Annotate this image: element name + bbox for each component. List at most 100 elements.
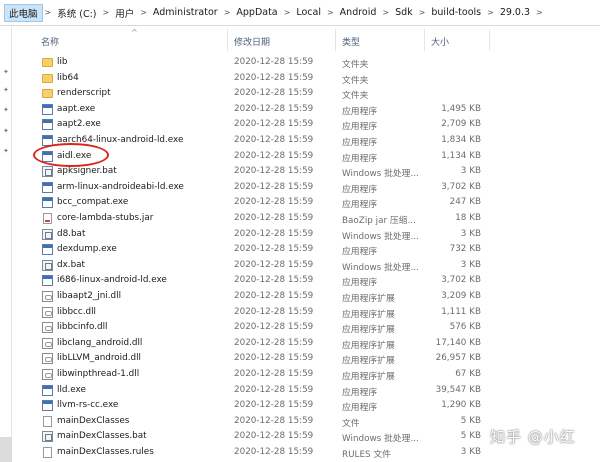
chevron-right-icon[interactable]: > [417,8,428,17]
file-date: 2020-12-28 15:59 [234,135,314,145]
file-row[interactable]: arm-linux-androideabi-ld.exe 2020-12-28 1… [13,180,600,196]
breadcrumb-item[interactable]: 此电脑 [4,3,43,22]
file-name: libwinpthread-1.dll [57,369,140,379]
breadcrumb-item[interactable]: 系统 (C:) [53,6,100,20]
column-name[interactable]: 名称 [41,35,59,48]
file-row[interactable]: renderscript 2020-12-28 15:59 文件夹 [13,86,600,102]
file-row[interactable]: dx.bat 2020-12-28 15:59 Windows 批处理... 3 KB [13,258,600,274]
file-size: 3 KB [460,166,481,177]
file-row[interactable]: aapt.exe 2020-12-28 15:59 应用程序 1,495 KB [13,102,600,118]
file-size: 1,134 KB [441,150,481,161]
chevron-right-icon[interactable]: > [534,8,545,17]
file-name: libLLVM_android.dll [57,353,141,364]
file-row[interactable]: aarch64-linux-android-ld.exe 2020-12-28 1… [13,133,600,149]
file-row[interactable]: libwinpthread-1.dll 2020-12-28 15:59 应用程序扩… [13,367,600,383]
vertical-scrollbar[interactable] [590,55,600,462]
dll-icon [42,353,53,365]
breadcrumb-item[interactable]: Sdk [391,7,417,18]
bat-icon [42,431,53,443]
chevron-right-icon[interactable]: > [282,8,293,17]
breadcrumb-item[interactable]: build-tools [427,7,485,18]
navigation-pane: ✦ ✦ ✦ ✦ ✦ [0,27,12,462]
file-name: libclang_android.dll [57,337,143,348]
file-size: 2,709 KB [441,119,481,130]
file-row[interactable]: aapt2.exe 2020-12-28 15:59 应用程序 2,709 KB [13,117,600,133]
file-size: 1,495 KB [441,103,481,114]
dll-icon [42,337,53,349]
chevron-right-icon[interactable]: > [485,8,496,17]
file-type: 应用程序 [342,122,378,133]
column-divider[interactable] [424,29,425,51]
file-row[interactable]: libLLVM_android.dll 2020-12-28 15:59 应用程序扩… [13,351,600,367]
chevron-right-icon[interactable]: > [138,8,149,17]
column-date[interactable]: 修改日期 [234,35,270,48]
file-name: libaapt2_jni.dll [57,291,122,301]
column-divider[interactable] [335,29,336,51]
pin-icon[interactable]: ✦ [3,87,9,94]
file-size: 3,702 KB [441,275,481,286]
breadcrumb-item[interactable]: 用户 [111,6,138,20]
file-row[interactable]: libclang_android.dll 2020-12-28 15:59 应用程序… [13,336,600,352]
chevron-right-icon[interactable]: > [222,8,233,17]
pin-icon[interactable]: ✦ [3,148,9,155]
file-type: 应用程序 [342,403,378,414]
file-date: 2020-12-28 15:59 [234,275,314,286]
file-size: 1,834 KB [441,135,481,145]
file-size: 1,111 KB [441,306,481,317]
file-date: 2020-12-28 15:59 [234,72,314,83]
file-row[interactable]: bcc_compat.exe 2020-12-28 15:59 应用程序 247 KB [13,195,600,211]
file-row[interactable]: lib 2020-12-28 15:59 文件夹 [13,55,600,71]
breadcrumb-item[interactable]: Android [336,7,381,18]
file-row[interactable]: mainDexClasses.rules 2020-12-28 15:59 RULE… [13,445,600,461]
file-size: 5 KB [460,415,481,426]
breadcrumb-item[interactable]: Administrator [149,7,222,18]
watermark: 知乎 @小红 [490,428,576,446]
pin-icon[interactable]: ✦ [3,107,9,114]
file-icon [43,447,52,458]
chevron-right-icon[interactable]: > [380,8,391,17]
file-row[interactable]: libaapt2_jni.dll 2020-12-28 15:59 应用程序扩展 3,… [13,289,600,305]
dll-icon [42,291,53,302]
file-row[interactable]: core-lambda-stubs.jar 2020-12-28 15:59 Bao… [13,211,600,227]
file-date: 2020-12-28 15:59 [234,353,314,364]
column-type[interactable]: 类型 [342,35,360,48]
file-size: 17,140 KB [435,337,481,348]
file-row[interactable]: lld.exe 2020-12-28 15:59 应用程序 39,547 KB [13,383,600,399]
file-row[interactable]: libbcc.dll 2020-12-28 15:59 应用程序扩展 1,111 KB [13,305,600,321]
file-row[interactable]: apksigner.bat 2020-12-28 15:59 Windows 批处理… [13,164,600,180]
file-name: bcc_compat.exe [57,197,129,208]
chevron-right-icon[interactable]: > [43,8,54,17]
folder-icon [42,89,53,99]
exe-icon [42,181,53,193]
pin-icon[interactable]: ✦ [3,69,9,76]
breadcrumb-item[interactable]: AppData [232,7,281,18]
column-divider[interactable] [489,29,490,51]
file-name: apksigner.bat [57,166,117,177]
file-date: 2020-12-28 15:59 [234,447,314,457]
file-row[interactable]: dexdump.exe 2020-12-28 15:59 应用程序 732 KB [13,242,600,258]
breadcrumb-item[interactable]: 29.0.3 [496,7,534,18]
column-size[interactable]: 大小 [431,35,449,48]
chevron-right-icon[interactable]: > [325,8,336,17]
file-row[interactable]: lib64 2020-12-28 15:59 文件夹 [13,71,600,87]
file-name: dexdump.exe [57,244,117,255]
file-row[interactable]: d8.bat 2020-12-28 15:59 Windows 批处理... 3 KB [13,227,600,243]
chevron-right-icon[interactable]: > [101,8,112,17]
file-size: 3,702 KB [441,181,481,192]
file-row[interactable]: i686-linux-android-ld.exe 2020-12-28 15:5… [13,273,600,289]
file-type: 文件夹 [342,75,369,86]
file-row[interactable]: libbcinfo.dll 2020-12-28 15:59 应用程序扩展 576 K… [13,320,600,336]
pin-icon[interactable]: ✦ [3,128,9,135]
nav-pane-footer [0,437,12,462]
column-divider[interactable] [227,29,228,51]
file-row[interactable]: llvm-rs-cc.exe 2020-12-28 15:59 应用程序 1,290 … [13,398,600,414]
breadcrumb-item[interactable]: Local [292,7,325,18]
file-date: 2020-12-28 15:59 [234,213,314,223]
file-date: 2020-12-28 15:59 [234,57,314,67]
file-size: 732 KB [449,244,481,255]
file-type: 应用程序 [342,153,378,164]
address-bar[interactable]: 此电脑 > 系统 (C:) > 用户 > Administrator > AppData > Loc… [0,0,600,26]
file-name: dx.bat [57,259,86,270]
file-name: mainDexClasses [57,415,130,426]
column-header: ^ 名称 修改日期 类型 大小 [13,27,600,53]
